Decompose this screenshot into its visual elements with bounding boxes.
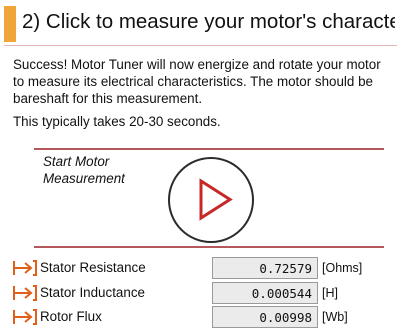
section-header: 2) Click to measure your motor's charact… xyxy=(0,0,397,46)
duration-note: This typically takes 20-30 seconds. xyxy=(13,114,221,129)
description-text: Success! Motor Tuner will now energize a… xyxy=(13,57,381,106)
divider-bottom xyxy=(34,246,384,248)
divider-top xyxy=(34,148,384,150)
result-unit: [H] xyxy=(322,286,338,300)
result-value-field: 0.00998 xyxy=(212,306,318,328)
section-title: 2) Click to measure your motor's charact… xyxy=(22,10,395,33)
start-measurement-button[interactable] xyxy=(168,157,254,243)
result-row-stator-inductance: Stator Inductance 0.000544 [H] xyxy=(12,282,397,304)
arrow-right-bracket-icon xyxy=(13,309,37,325)
play-icon xyxy=(199,178,233,221)
result-value-field: 0.000544 xyxy=(212,282,318,304)
arrow-right-bracket-icon xyxy=(13,260,37,276)
result-label: Stator Resistance xyxy=(40,260,146,275)
result-unit: [Wb] xyxy=(322,310,348,324)
result-label: Stator Inductance xyxy=(40,285,145,300)
result-unit: [Ohms] xyxy=(322,261,363,275)
header-divider xyxy=(4,45,397,46)
result-value-field: 0.72579 xyxy=(212,257,318,279)
result-row-rotor-flux: Rotor Flux 0.00998 [Wb] xyxy=(12,306,397,328)
result-row-stator-resistance: Stator Resistance 0.72579 [Ohms] xyxy=(12,257,397,279)
result-label: Rotor Flux xyxy=(40,309,102,324)
arrow-right-bracket-icon xyxy=(13,285,37,301)
header-accent-bar xyxy=(4,6,16,42)
start-measurement-label: Start Motor Measurement xyxy=(43,154,125,186)
